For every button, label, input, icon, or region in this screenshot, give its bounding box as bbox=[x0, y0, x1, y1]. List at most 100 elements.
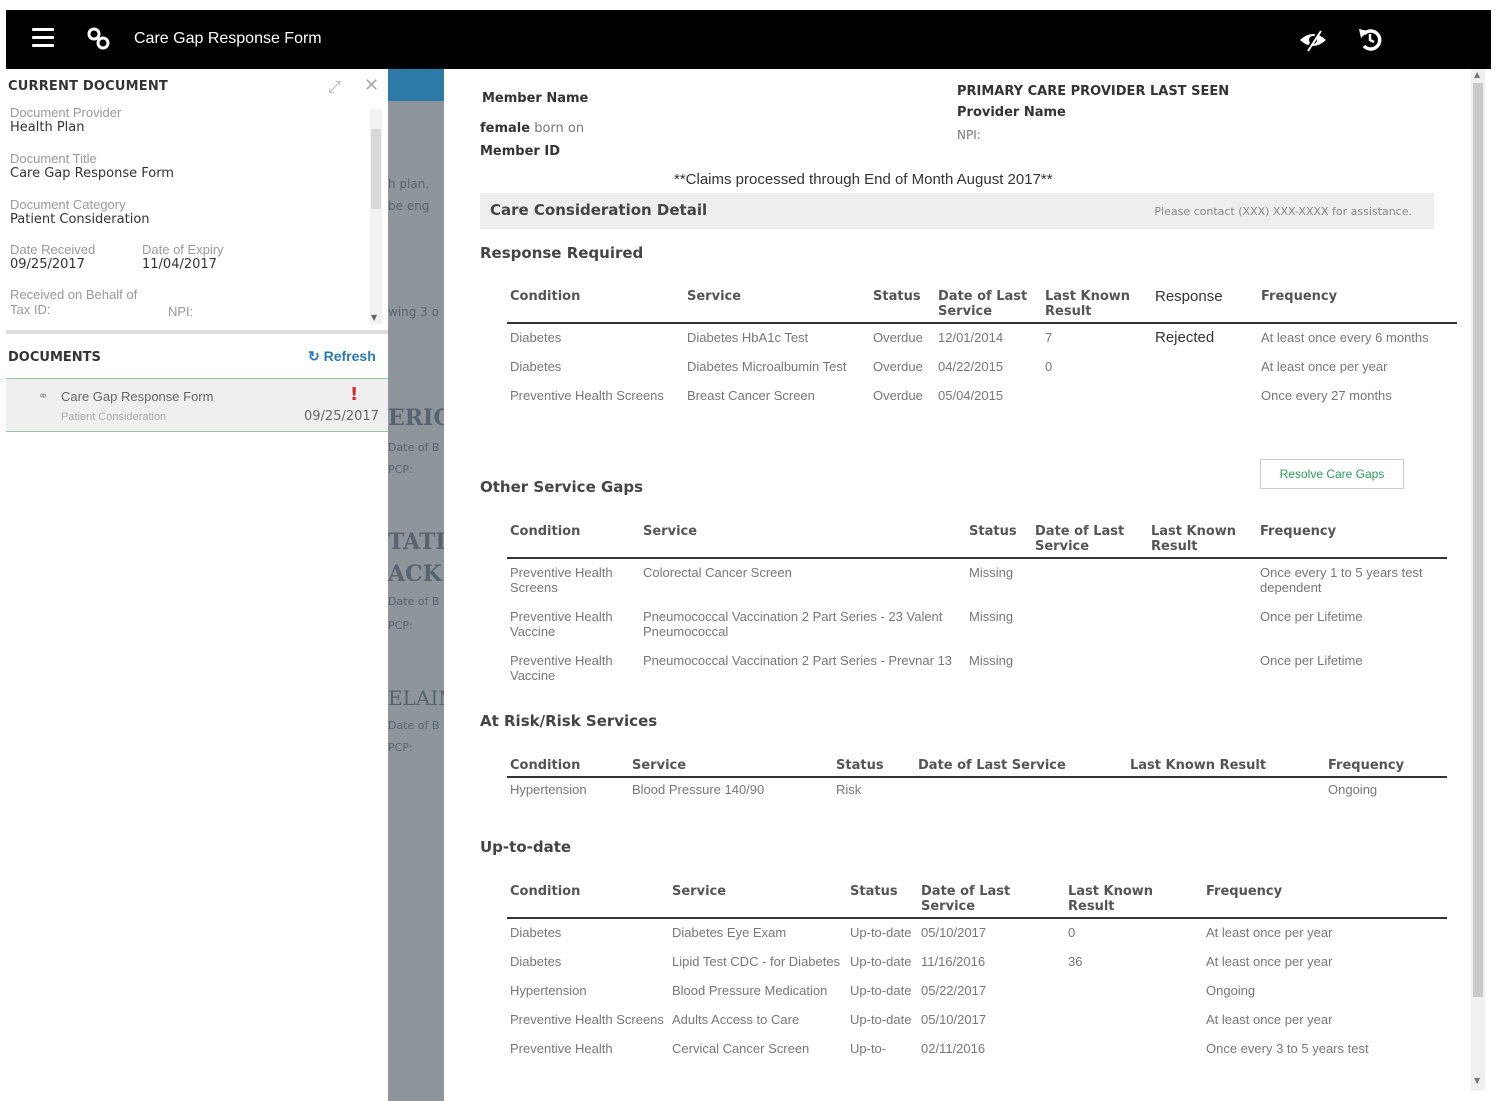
provider-value: Health Plan bbox=[10, 120, 85, 135]
expiry-label: Date of Expiry bbox=[142, 242, 224, 257]
scroll-up-icon[interactable]: ▲ bbox=[1474, 70, 1480, 79]
cell-service: Pneumococcal Vaccination 2 Part Series -… bbox=[643, 609, 943, 639]
cell-result: 0 bbox=[1068, 925, 1076, 940]
app-title: Care Gap Response Form bbox=[134, 30, 322, 47]
column-header: Condition bbox=[507, 522, 640, 559]
cell-date bbox=[915, 777, 1127, 805]
cell-service: Breast Cancer Screen bbox=[687, 388, 815, 403]
cell-result bbox=[1042, 382, 1152, 411]
cell-date bbox=[1032, 603, 1148, 647]
column-header: Status bbox=[847, 882, 918, 919]
cell-result: 7 bbox=[1045, 330, 1053, 345]
metadata-scrollbar[interactable]: ▼ bbox=[370, 109, 382, 324]
column-header: Condition bbox=[507, 287, 684, 324]
expand-icon[interactable]: ⤢ bbox=[328, 77, 341, 97]
member-born-label: born on bbox=[534, 121, 585, 136]
hamburger-icon[interactable] bbox=[32, 28, 54, 48]
scrollbar-thumb[interactable] bbox=[371, 129, 381, 209]
other-gaps-table: Condition Service Status Date of Last Se… bbox=[507, 522, 1447, 691]
cell-frequency: At least once every 6 months bbox=[1261, 330, 1429, 345]
pcp-heading: PRIMARY CARE PROVIDER LAST SEEN bbox=[957, 84, 1230, 99]
response-select[interactable] bbox=[1152, 382, 1258, 411]
table-header-row: Condition Service Status Date of Last Se… bbox=[507, 522, 1447, 559]
cell-status: Up-to-date bbox=[850, 983, 912, 998]
column-header: Frequency bbox=[1258, 287, 1457, 324]
panel-divider[interactable] bbox=[6, 330, 388, 334]
background-text: Date of B bbox=[388, 719, 440, 732]
cell-service: Diabetes HbA1c Test bbox=[687, 330, 809, 345]
document-list-item[interactable]: ⚭ Care Gap Response Form Patient Conside… bbox=[6, 378, 388, 432]
received-value: 09/25/2017 bbox=[10, 257, 85, 272]
provider-label: Document Provider bbox=[10, 105, 122, 120]
column-header: Status bbox=[966, 522, 1032, 559]
claims-note: **Claims processed through End of Month … bbox=[674, 171, 1053, 188]
at-risk-table: Condition Service Status Date of Last Se… bbox=[507, 756, 1447, 805]
current-document-heading: CURRENT DOCUMENT bbox=[8, 79, 168, 94]
cell-condition: Preventive Health Screens bbox=[510, 565, 613, 595]
cell-frequency: At least once per year bbox=[1206, 954, 1333, 969]
column-header: Service bbox=[684, 287, 870, 324]
cell-service: Lipid Test CDC - for Diabetes bbox=[672, 954, 841, 969]
table-row: Preventive Health Cervical Cancer Screen… bbox=[507, 1035, 1447, 1064]
member-gender: female bbox=[480, 121, 531, 136]
title-value: Care Gap Response Form bbox=[10, 166, 174, 181]
cell-result bbox=[1148, 603, 1257, 647]
column-header: Condition bbox=[507, 756, 629, 778]
documents-heading: DOCUMENTS bbox=[8, 350, 101, 365]
background-text: Date of B bbox=[388, 441, 440, 454]
top-bar: Care Gap Response Form bbox=[6, 10, 1491, 69]
cell-service: Diabetes Microalbumin Test bbox=[687, 359, 847, 374]
cell-date: 04/22/2015 bbox=[938, 359, 1004, 374]
background-text: PCP: bbox=[388, 741, 413, 754]
category-label: Document Category bbox=[10, 197, 126, 212]
eye-slash-icon[interactable] bbox=[1298, 28, 1328, 52]
cell-date: 05/10/2017 bbox=[921, 1012, 987, 1027]
link-icon[interactable] bbox=[86, 26, 112, 52]
scroll-down-icon[interactable]: ▼ bbox=[1474, 1076, 1480, 1085]
table-header-row: Condition Service Status Date of Last Se… bbox=[507, 882, 1447, 919]
member-gender-line: female born on bbox=[480, 121, 584, 136]
refresh-icon: ↻ bbox=[308, 348, 320, 364]
cell-status: Missing bbox=[969, 565, 1014, 580]
scroll-down-icon[interactable]: ▼ bbox=[371, 313, 377, 322]
column-header: Service bbox=[640, 522, 966, 559]
column-header: Last Known Result bbox=[1148, 522, 1257, 559]
cell-result bbox=[1065, 1035, 1203, 1064]
column-header: Frequency bbox=[1325, 756, 1447, 778]
app-window: Care Gap Response Form CURRENT DOCUMENT … bbox=[6, 10, 1491, 1101]
table-row: Diabetes Diabetes Microalbumin Test Over… bbox=[507, 353, 1457, 382]
received-label: Date Received bbox=[10, 242, 96, 257]
taxid-label: Tax ID: bbox=[10, 302, 51, 317]
response-select[interactable]: Rejected bbox=[1152, 323, 1258, 353]
table-row: Preventive Health Screens Breast Cancer … bbox=[507, 382, 1457, 411]
refresh-button[interactable]: ↻ Refresh bbox=[308, 348, 376, 365]
document-scrollbar[interactable]: ▲ ▼ bbox=[1471, 69, 1485, 1091]
cell-status: Overdue bbox=[873, 359, 923, 374]
document-date: 09/25/2017 bbox=[304, 409, 379, 424]
column-header: Frequency bbox=[1203, 882, 1447, 919]
response-select[interactable] bbox=[1152, 353, 1258, 382]
link-icon: ⚭ bbox=[38, 389, 49, 403]
close-icon[interactable]: ✕ bbox=[364, 75, 379, 96]
background-text: TATI bbox=[388, 529, 444, 555]
background-text: ERICA bbox=[388, 405, 444, 431]
member-id-label: Member ID bbox=[480, 144, 560, 159]
cell-condition: Diabetes bbox=[510, 954, 562, 969]
scrollbar-thumb[interactable] bbox=[1473, 83, 1483, 997]
provider-npi-label: NPI: bbox=[957, 128, 981, 142]
alert-icon: ! bbox=[350, 384, 359, 405]
other-gaps-heading: Other Service Gaps bbox=[480, 478, 644, 496]
cell-date: 05/10/2017 bbox=[921, 925, 987, 940]
column-header: Date of Last Service bbox=[915, 756, 1127, 778]
resolve-care-gaps-button[interactable]: Resolve Care Gaps bbox=[1260, 459, 1404, 489]
cell-date: 05/22/2017 bbox=[921, 983, 987, 998]
cell-status: Up-to-date bbox=[850, 954, 912, 969]
cell-condition: Diabetes bbox=[510, 330, 562, 345]
cell-status: Missing bbox=[969, 609, 1014, 624]
undo-icon[interactable] bbox=[1356, 25, 1384, 53]
column-header: Last Known Result bbox=[1042, 287, 1152, 324]
cell-date bbox=[1032, 558, 1148, 603]
cell-condition: Hypertension bbox=[510, 782, 587, 797]
table-row: Hypertension Blood Pressure Medication U… bbox=[507, 977, 1447, 1006]
cell-frequency: Ongoing bbox=[1206, 983, 1256, 998]
